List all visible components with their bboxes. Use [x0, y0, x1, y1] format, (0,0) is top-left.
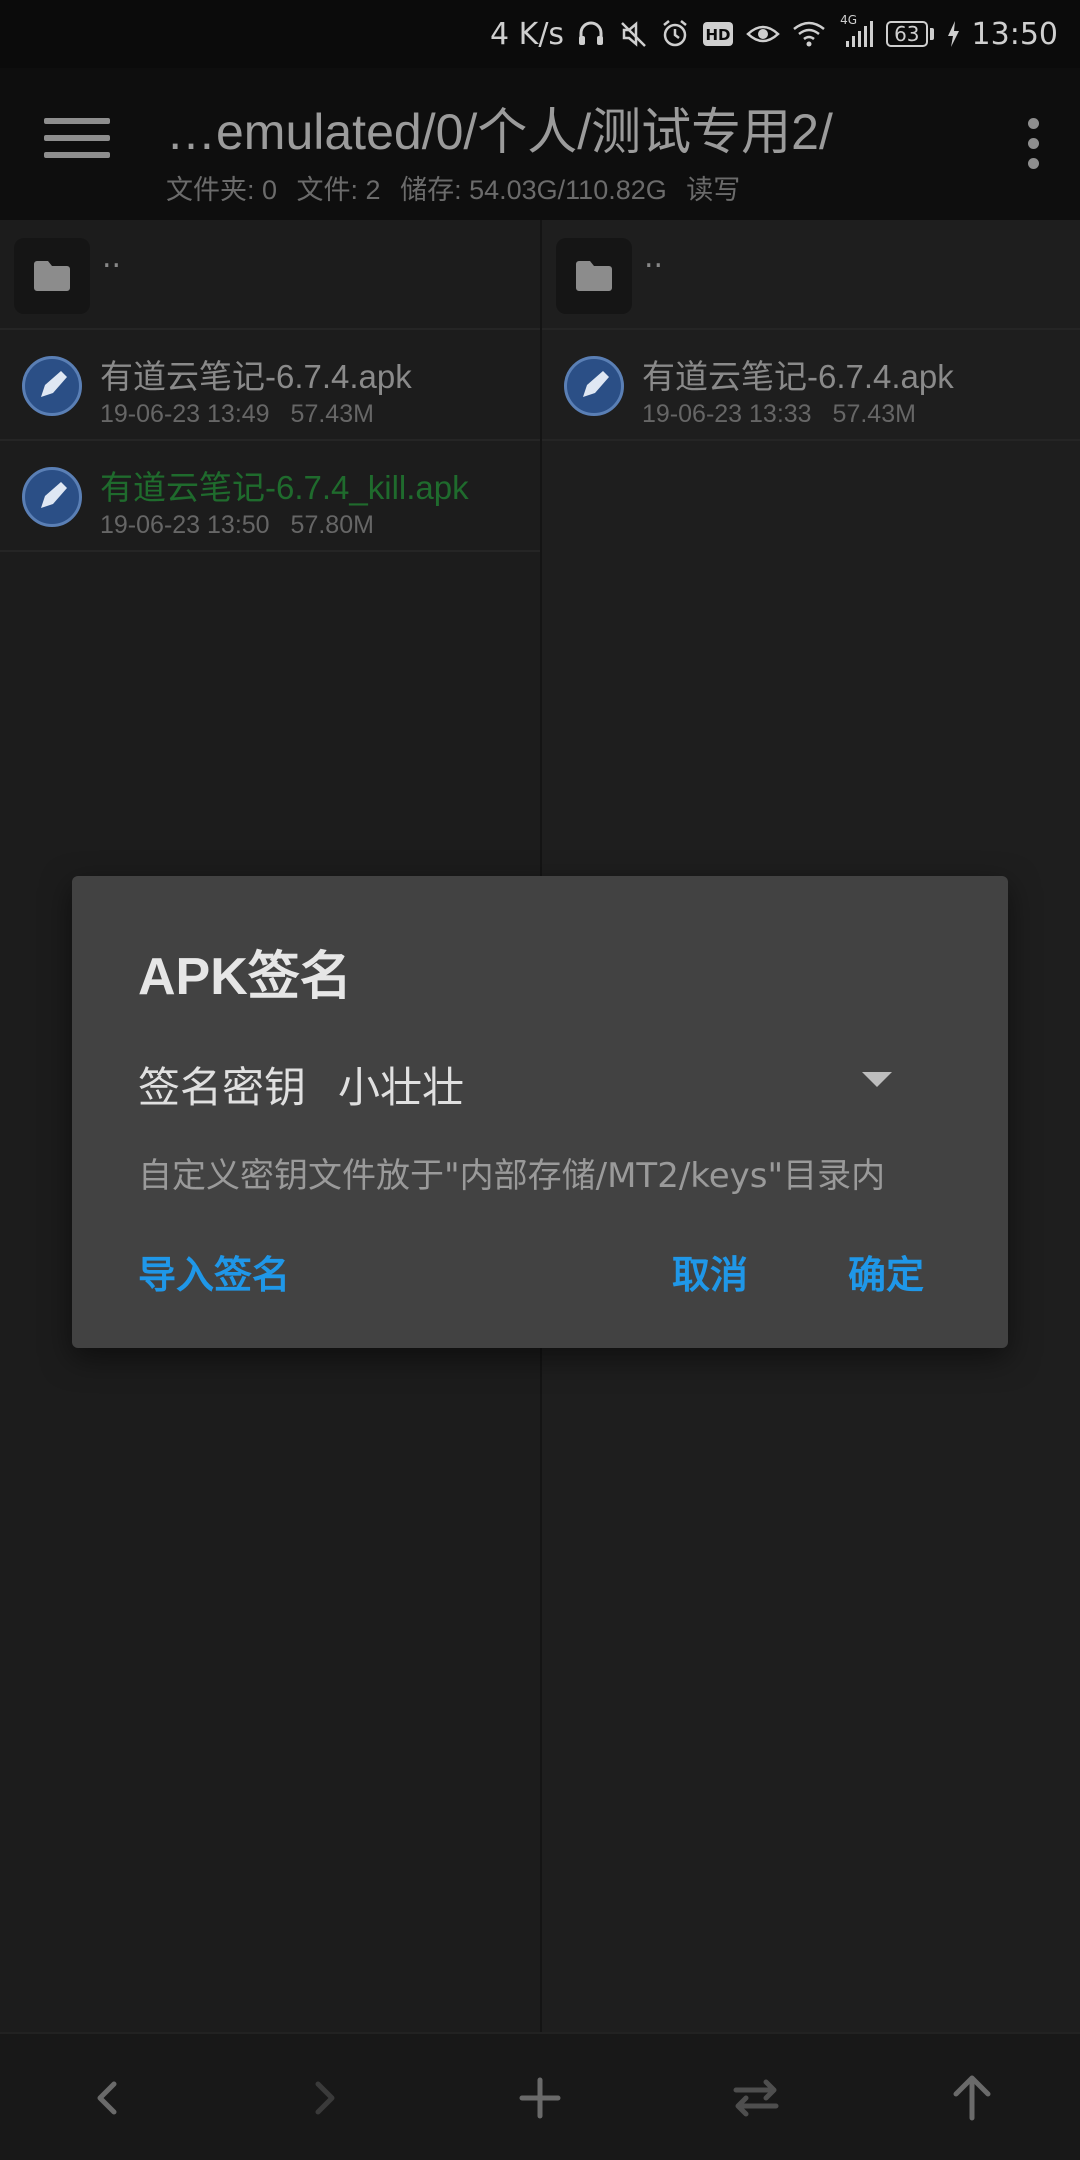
swap-icon[interactable] [718, 2060, 794, 2136]
mute-icon [618, 19, 648, 49]
file-meta: 19-06-23 13:50 57.80M [100, 511, 388, 540]
back-icon[interactable] [70, 2060, 146, 2136]
forward-icon[interactable] [286, 2060, 362, 2136]
signing-key-select[interactable]: 小壮壮 [338, 1054, 464, 1115]
parent-directory-row[interactable]: .. [0, 220, 540, 330]
alarm-icon [660, 19, 690, 49]
file-size: 57.43M [290, 400, 374, 428]
import-signature-button[interactable]: 导入签名 [138, 1244, 290, 1299]
headset-icon [576, 19, 606, 49]
svg-text:HD: HD [706, 26, 731, 44]
bottom-toolbar [0, 2032, 1080, 2160]
path-info: 文件夹: 0 文件: 2 储存: 54.03G/110.82G 读写 [166, 168, 752, 207]
storage-info: 储存: 54.03G/110.82G [400, 175, 667, 205]
folder-count: 文件夹: 0 [166, 175, 278, 205]
network-type: 4G [840, 13, 858, 27]
file-row[interactable]: 有道云笔记-6.7.4_kill.apk 19-06-23 13:50 57.8… [0, 441, 540, 552]
file-date: 19-06-23 13:50 [100, 511, 270, 539]
parent-directory-label: .. [102, 240, 122, 275]
cancel-button[interactable]: 取消 [672, 1244, 748, 1299]
menu-icon[interactable] [44, 118, 110, 170]
file-name-highlighted: 有道云笔记-6.7.4_kill.apk [100, 469, 469, 506]
file-name: 有道云笔记-6.7.4.apk [642, 358, 954, 395]
folder-icon [556, 238, 632, 314]
file-meta: 19-06-23 13:33 57.43M [642, 400, 930, 429]
file-row[interactable]: 有道云笔记-6.7.4.apk 19-06-23 13:33 57.43M [542, 330, 1080, 441]
apk-file-icon [22, 356, 82, 416]
apk-file-icon [22, 467, 82, 527]
screen: 4 K/s HD 4G 63 13:50 …emulated/0/个人/测试专用… [0, 0, 1080, 2160]
apk-sign-dialog: APK签名 签名密钥 小壮壮 自定义密钥文件放于"内部存储/MT2/keys"目… [72, 876, 1008, 1348]
up-icon[interactable] [934, 2060, 1010, 2136]
file-date: 19-06-23 13:33 [642, 400, 812, 428]
charging-icon [946, 20, 960, 48]
apk-file-icon [564, 356, 624, 416]
net-speed: 4 K/s [490, 16, 565, 52]
toolbar: …emulated/0/个人/测试专用2/ 文件夹: 0 文件: 2 储存: 5… [0, 68, 1080, 220]
signing-key-label: 签名密钥 [138, 1063, 307, 1112]
file-meta: 19-06-23 13:49 57.43M [100, 400, 388, 429]
dialog-title: APK签名 [138, 948, 352, 1006]
battery-icon: 63 [886, 21, 934, 47]
add-icon[interactable] [502, 2060, 578, 2136]
file-date: 19-06-23 13:49 [100, 400, 270, 428]
file-row[interactable]: 有道云笔记-6.7.4.apk 19-06-23 13:49 57.43M [0, 330, 540, 441]
more-options-icon[interactable] [1026, 118, 1040, 170]
clock: 13:50 [971, 16, 1058, 52]
confirm-button[interactable]: 确定 [848, 1244, 924, 1299]
chevron-down-icon[interactable] [862, 1072, 892, 1087]
parent-directory-label: .. [644, 240, 664, 275]
access-mode: 读写 [686, 175, 741, 205]
file-size: 57.80M [290, 511, 374, 539]
folder-icon [14, 238, 90, 314]
parent-directory-row[interactable]: .. [542, 220, 1080, 330]
current-path[interactable]: …emulated/0/个人/测试专用2/ [166, 92, 833, 164]
dialog-hint: 自定义密钥文件放于"内部存储/MT2/keys"目录内 [138, 1156, 886, 1196]
file-count: 文件: 2 [296, 175, 381, 205]
eye-icon [746, 22, 780, 46]
wifi-icon [792, 19, 832, 49]
file-size: 57.43M [832, 400, 916, 428]
signal-icon: 4G [840, 13, 874, 49]
battery-level: 63 [894, 22, 920, 46]
status-bar: 4 K/s HD 4G 63 13:50 [0, 0, 1080, 68]
hd-icon: HD [702, 20, 734, 48]
file-name: 有道云笔记-6.7.4.apk [100, 358, 412, 395]
